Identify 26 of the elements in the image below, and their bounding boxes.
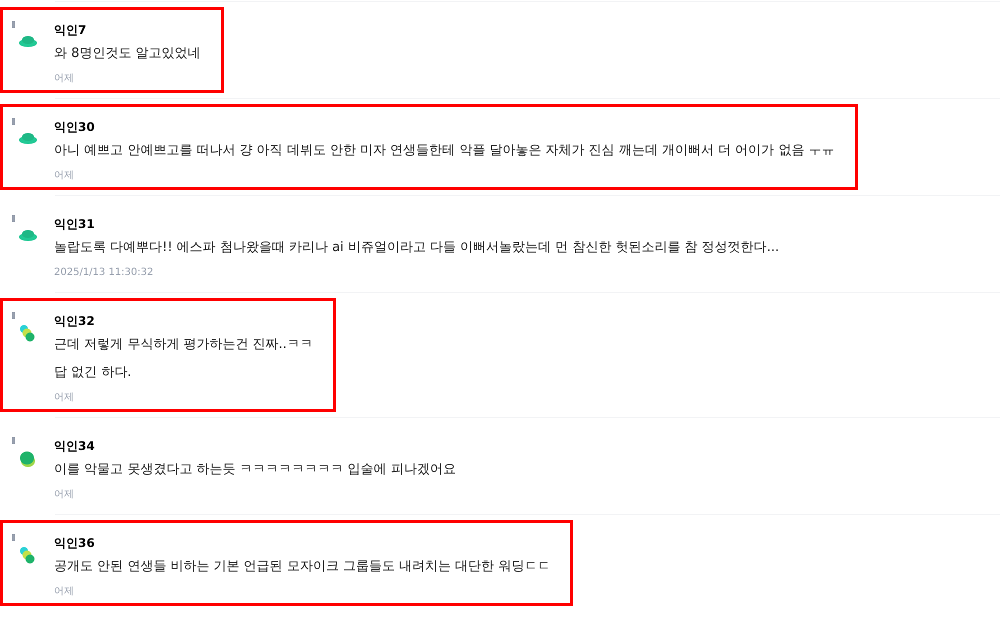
comment-time: 어제: [54, 391, 74, 405]
comment-time: 어제: [54, 488, 74, 502]
comment-text: 아니 예쁘고 안예쁘고를 떠나서 걍 아직 데뷔도 안한 미자 연생들한테 악플 달아놓은 자체가 진심 깨는데 개이뻐서 더 어이가 없음 ㅜㅠ: [54, 142, 835, 160]
grip-icon: [12, 118, 15, 125]
avatar-icon: [18, 449, 38, 469]
comment-time: 어제: [54, 585, 74, 599]
grip-icon: [12, 312, 15, 319]
comment-text: 와 8명인것도 알고있었네: [54, 45, 201, 63]
author-name: 익인31: [54, 216, 96, 233]
author-name: 익인7: [54, 22, 88, 39]
comment-time: 어제: [54, 169, 74, 183]
comment-text: 이를 악물고 못생겼다고 하는듯 ㅋㅋㅋㅋㅋㅋㅋㅋ 입술에 피나겠어요: [54, 461, 456, 479]
grip-icon: [12, 21, 15, 28]
grip-icon: [12, 437, 15, 444]
comment-text: 답 없긴 하다.: [54, 364, 132, 382]
author-name: 익인34: [54, 438, 96, 455]
comment-text: 놀랍도록 다예뿌다!! 에스파 첨나왔을때 카리나 ai 비쥬얼이라고 다들 이뻐서놀랐는데 먼 참신한 헛된소리를 참 정성껏한다...: [54, 239, 780, 257]
grip-icon: [12, 215, 15, 222]
comment-time: 어제: [54, 72, 74, 86]
grip-icon: [12, 534, 15, 541]
author-name: 익인36: [54, 535, 96, 552]
author-name: 익인30: [54, 119, 96, 136]
comment-time: 2025/1/13 11:30:32: [54, 266, 154, 280]
author-name: 익인32: [54, 313, 96, 330]
comment-text: 근데 저렇게 무식하게 평가하는건 진짜..ㅋㅋ: [54, 336, 313, 354]
comment-text: 공개도 안된 연생들 비하는 기본 언급된 모자이크 그룹들도 내려치는 대단한 워딩ㄷㄷ: [54, 558, 550, 576]
